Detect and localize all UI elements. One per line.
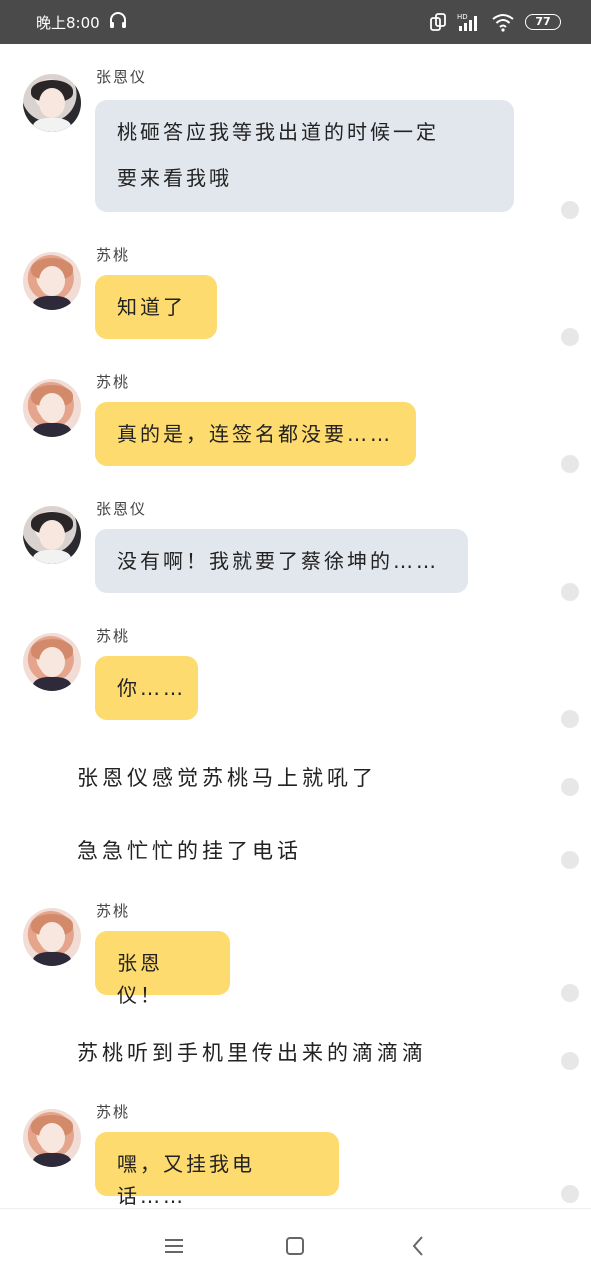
avatar[interactable]	[23, 908, 81, 966]
signal-hd-icon: HD	[457, 13, 477, 31]
status-dot	[561, 328, 579, 346]
status-dot	[561, 984, 579, 1002]
status-dot	[561, 851, 579, 869]
message-line: 嘿，又挂我电话……	[117, 1152, 255, 1208]
message-line: 桃砸答应我等我出道的时候一定	[117, 120, 439, 144]
avatar[interactable]	[23, 1109, 81, 1167]
status-icons: HD 77	[429, 10, 561, 34]
message-line: 知道了	[117, 295, 186, 319]
screen-rotate-icon	[430, 13, 446, 31]
message-bubble[interactable]: 你……	[95, 656, 198, 720]
navigation-bar	[0, 1208, 591, 1280]
sender-name: 苏桃	[96, 246, 131, 264]
sender-name: 苏桃	[96, 373, 131, 391]
status-dot	[561, 455, 579, 473]
status-dot	[561, 1052, 579, 1070]
status-dot	[561, 1185, 579, 1203]
message-bubble[interactable]: 桃砸答应我等我出道的时候一定 要来看我哦	[95, 100, 514, 212]
narration-text: 苏桃听到手机里传出来的滴滴滴	[77, 1041, 427, 1065]
sender-name: 张恩仪	[96, 500, 148, 518]
message-line: 没有啊！我就要了蔡徐坤的……	[117, 549, 439, 573]
message-bubble[interactable]: 知道了	[95, 275, 217, 339]
message-line: 你……	[117, 676, 186, 700]
status-dot	[561, 201, 579, 219]
avatar[interactable]	[23, 633, 81, 691]
chat-area[interactable]: 张恩仪 桃砸答应我等我出道的时候一定 要来看我哦 苏桃 知道了 苏桃 真的是，连…	[0, 44, 591, 1208]
status-bar: 晚上8:00 HD 77	[0, 0, 591, 44]
back-chevron-icon[interactable]	[406, 1233, 432, 1259]
avatar[interactable]	[23, 506, 81, 564]
home-square-icon[interactable]	[282, 1233, 308, 1259]
headphones-icon	[110, 12, 126, 28]
sender-name: 苏桃	[96, 627, 131, 645]
svg-text:HD: HD	[457, 13, 468, 21]
sender-name: 张恩仪	[96, 68, 148, 86]
avatar[interactable]	[23, 74, 81, 132]
message-bubble[interactable]: 真的是，连签名都没要……	[95, 402, 416, 466]
status-dot	[561, 778, 579, 796]
wifi-icon	[492, 14, 514, 32]
avatar[interactable]	[23, 379, 81, 437]
narration-text: 张恩仪感觉苏桃马上就吼了	[77, 766, 377, 790]
avatar[interactable]	[23, 252, 81, 310]
message-bubble[interactable]: 嘿，又挂我电话……	[95, 1132, 339, 1208]
sender-name: 苏桃	[96, 902, 131, 920]
message-bubble[interactable]: 张恩仪！	[95, 931, 230, 1007]
message-line: 真的是，连签名都没要……	[117, 422, 393, 446]
menu-icon[interactable]	[161, 1233, 187, 1259]
sender-name: 苏桃	[96, 1103, 131, 1121]
message-line: 要来看我哦	[117, 166, 232, 190]
status-time: 晚上8:00	[36, 14, 100, 32]
narration-text: 急急忙忙的挂了电话	[77, 839, 302, 863]
status-dot	[561, 710, 579, 728]
message-bubble[interactable]: 没有啊！我就要了蔡徐坤的……	[95, 529, 468, 593]
message-line: 张恩仪！	[117, 951, 163, 1007]
status-dot	[561, 583, 579, 601]
battery-indicator: 77	[525, 14, 561, 30]
